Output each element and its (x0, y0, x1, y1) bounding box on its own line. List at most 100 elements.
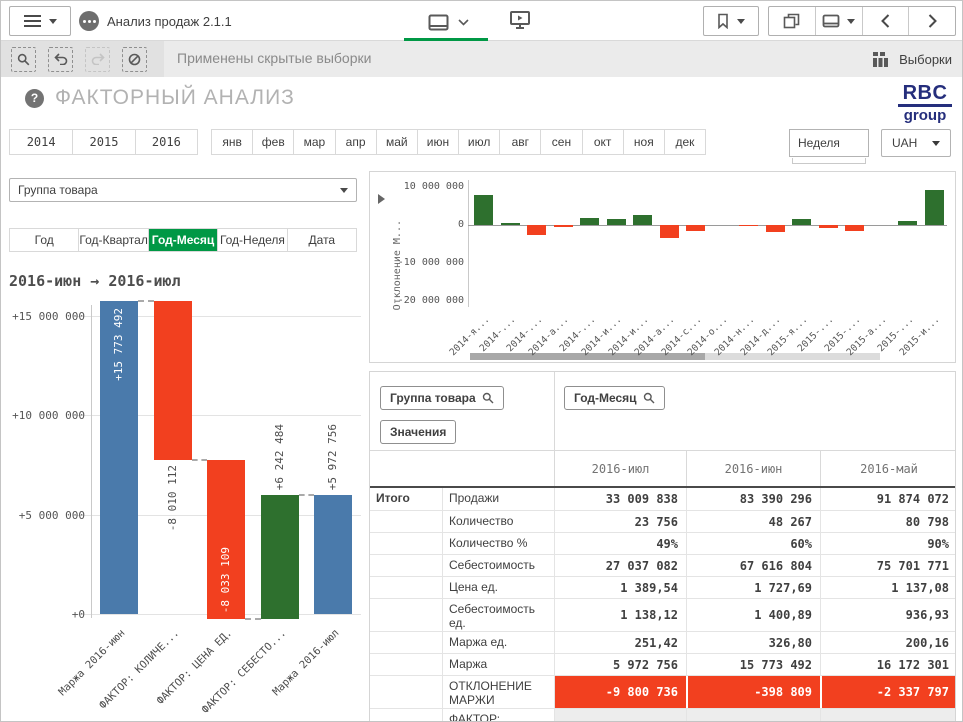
clear-circle-icon (128, 53, 141, 66)
pivot-row-total-cell[interactable]: Итого (370, 488, 442, 510)
month-filter-ноя[interactable]: ноя (623, 130, 664, 154)
app-options-icon[interactable] (79, 11, 99, 31)
pivot-value-cell: -398 809 (686, 676, 820, 708)
tab-Год-Месяц[interactable]: Год-Месяц (148, 229, 217, 251)
month-filter-сен[interactable]: сен (540, 130, 581, 154)
tab-Год[interactable]: Год (10, 229, 78, 251)
chevron-right-icon (928, 14, 937, 28)
pivot-column-header-2016-июл[interactable]: 2016-июл (554, 451, 686, 486)
deviation-bar-6[interactable] (607, 219, 626, 225)
pivot-column-dimension-button[interactable]: Год-Месяц (564, 386, 665, 410)
caret-down-icon (340, 188, 348, 193)
year-filter-2015[interactable]: 2015 (72, 130, 134, 154)
tab-Год-Неделя[interactable]: Год-Неделя (217, 229, 286, 251)
pivot-row-dimension-button[interactable]: Группа товара (380, 386, 504, 410)
deviation-bar-5[interactable] (580, 218, 599, 225)
pivot-value-cell: 60% (686, 533, 820, 554)
sheet-list-button[interactable] (815, 7, 862, 35)
pivot-row-total-cell[interactable] (370, 533, 442, 554)
deviation-bar-14[interactable] (819, 225, 838, 228)
clear-selections-button[interactable] (122, 47, 147, 72)
waterfall-bar-2[interactable] (154, 301, 192, 460)
month-filter-окт[interactable]: окт (582, 130, 623, 154)
pivot-measure-label[interactable]: ОТКЛОНЕНИЕ МАРЖИ (442, 676, 554, 708)
deviation-bar-15[interactable] (845, 225, 864, 231)
pivot-row-total-cell[interactable] (370, 709, 442, 722)
tab-Дата[interactable]: Дата (287, 229, 356, 251)
pivot-column-header-2016-июн[interactable]: 2016-июн (686, 451, 820, 486)
deviation-bar-7[interactable] (633, 215, 652, 225)
deviation-bar-9[interactable] (686, 225, 705, 231)
bookmarks-button[interactable] (703, 6, 759, 36)
pivot-measure-label[interactable]: Маржа ед. (442, 632, 554, 653)
dimension-dropdown[interactable]: Группа товара (9, 178, 357, 202)
month-filter-янв[interactable]: янв (212, 130, 252, 154)
deviation-bar-4[interactable] (554, 225, 573, 227)
rbc-group-logo: RBC group (898, 83, 952, 123)
pivot-column-header-2016-май[interactable]: 2016-май (820, 451, 956, 486)
deviation-bar-17[interactable] (898, 221, 917, 225)
deviation-bar-12[interactable] (766, 225, 785, 232)
selection-forward-button[interactable] (85, 47, 110, 72)
pivot-value-cell: 75 701 771 (820, 555, 956, 576)
pivot-measure-label[interactable]: Маржа (442, 654, 554, 675)
smart-search-button[interactable] (11, 47, 36, 72)
tab-Год-Квартал[interactable]: Год-Квартал (78, 229, 147, 251)
waterfall-chart: +15 000 000+10 000 000+5 000 000+0+15 77… (9, 293, 361, 717)
month-filter-июл[interactable]: июл (458, 130, 499, 154)
chevron-down-icon (458, 19, 469, 26)
selection-back-button[interactable] (48, 47, 73, 72)
prev-sheet-button[interactable] (862, 7, 909, 35)
month-filter-фев[interactable]: фев (252, 130, 293, 154)
pivot-measure-label[interactable]: Продажи (442, 488, 554, 510)
pivot-measure-label[interactable]: Количество % (442, 533, 554, 554)
pivot-values-button[interactable]: Значения (380, 420, 456, 444)
year-filter-2014[interactable]: 2014 (10, 130, 72, 154)
global-menu-button[interactable] (9, 6, 71, 36)
pivot-value-cell: -2 337 797 (820, 676, 956, 708)
deviation-bar-1[interactable] (474, 195, 493, 225)
month-filter-апр[interactable]: апр (335, 130, 376, 154)
year-filter-2016[interactable]: 2016 (135, 130, 197, 154)
month-filter-мар[interactable]: мар (293, 130, 334, 154)
pivot-row-total-cell[interactable] (370, 599, 442, 631)
next-sheet-button[interactable] (908, 7, 955, 35)
table-row: Цена ед.1 389,541 727,691 137,08 (370, 576, 956, 598)
pivot-value-cell: 1 389,54 (554, 577, 686, 598)
deviation-bar-13[interactable] (792, 219, 811, 225)
deviation-bar-2[interactable] (501, 223, 520, 225)
month-filter-июн[interactable]: июн (417, 130, 458, 154)
pivot-measure-label[interactable]: Себестоимость (442, 555, 554, 576)
current-sheet-button[interactable] (421, 9, 475, 35)
deviation-bar-18[interactable] (925, 190, 944, 225)
deviation-chart: Отклонение М... 10 000 0000-10 000 000-2… (369, 171, 956, 363)
deviation-bar-11[interactable] (739, 225, 758, 226)
deviation-bar-3[interactable] (527, 225, 546, 235)
presentation-button[interactable] (509, 10, 531, 35)
pivot-row-total-cell[interactable] (370, 511, 442, 532)
deviation-bar-8[interactable] (660, 225, 679, 238)
month-filter-дек[interactable]: дек (664, 130, 705, 154)
pivot-row-total-cell[interactable] (370, 555, 442, 576)
week-filter-listbox[interactable]: Неделя (789, 129, 869, 157)
duplicate-sheet-button[interactable] (769, 7, 815, 35)
pivot-measure-label[interactable]: Количество (442, 511, 554, 532)
selections-tool-button[interactable]: Выборки (872, 41, 952, 77)
pivot-row-total-cell[interactable] (370, 577, 442, 598)
help-icon[interactable]: ? (25, 89, 44, 108)
pivot-row-total-cell[interactable] (370, 654, 442, 675)
pivot-row-total-cell[interactable] (370, 632, 442, 653)
waterfall-bar-4[interactable] (261, 495, 299, 619)
pivot-row-total-cell[interactable] (370, 676, 442, 708)
waterfall-bar-5[interactable] (314, 495, 352, 614)
pivot-measure-label[interactable]: ФАКТОР: (442, 709, 554, 722)
month-filter-авг[interactable]: авг (499, 130, 540, 154)
pivot-header-divider (554, 372, 555, 450)
expand-panel-icon[interactable] (378, 194, 385, 204)
month-filter-май[interactable]: май (376, 130, 417, 154)
pivot-measure-label[interactable]: Цена ед. (442, 577, 554, 598)
pivot-value-cell: 1 137,08 (820, 577, 956, 598)
hamburger-icon (24, 15, 41, 27)
pivot-measure-label[interactable]: Себестоимость ед. (442, 599, 554, 631)
currency-dropdown[interactable]: UAH (881, 129, 951, 157)
